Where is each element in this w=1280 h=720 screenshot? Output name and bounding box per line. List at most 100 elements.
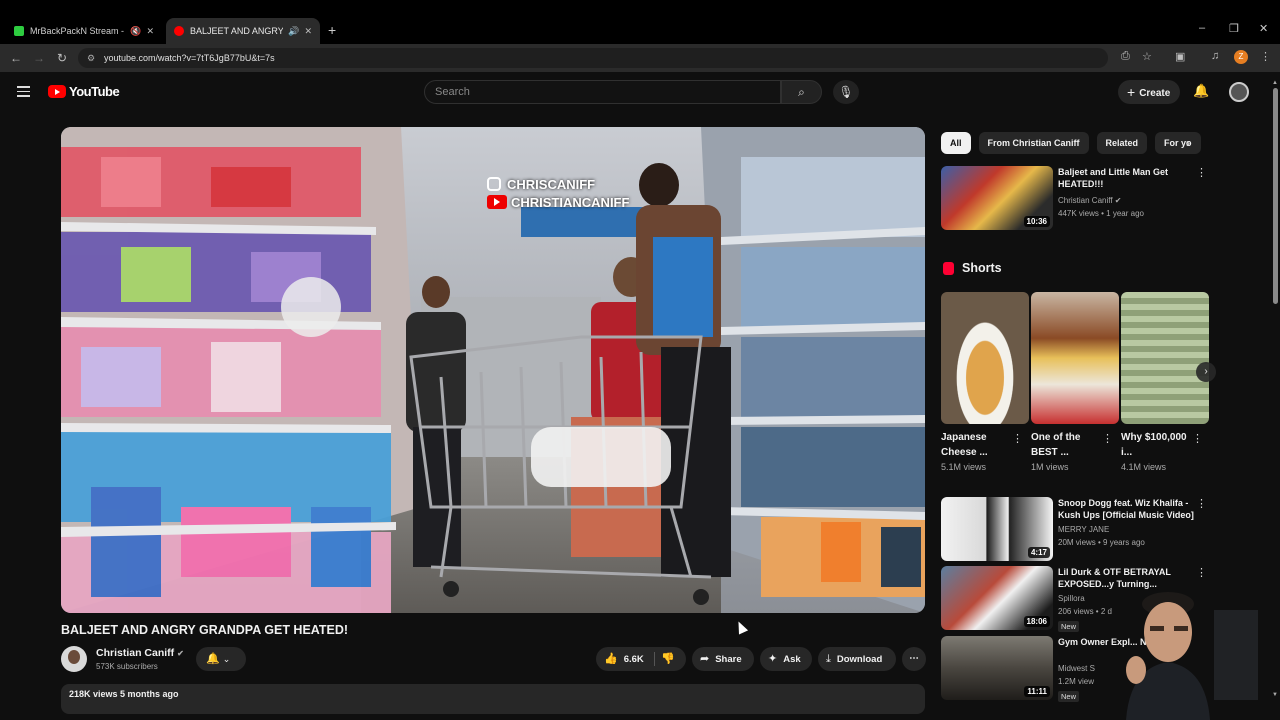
short-views: 5.1M views <box>941 462 987 472</box>
video-thumbnail[interactable]: 4:17 <box>941 497 1053 561</box>
install-icon[interactable]: ⎙ <box>1121 50 1130 63</box>
chevron-right-icon: › <box>1204 366 1208 377</box>
minimize-icon[interactable]: – <box>1199 22 1205 34</box>
divider <box>654 652 655 666</box>
chip-for-you[interactable]: For yo <box>1155 132 1201 154</box>
like-count: 6.6K <box>623 654 644 665</box>
scroll-up-icon[interactable]: ▲ <box>1272 80 1278 86</box>
description-box[interactable]: 218K views 5 months ago <box>61 684 925 714</box>
video-thumbnail[interactable]: 11:11 <box>941 636 1053 700</box>
browser-tab-1[interactable]: MrBackPackN Stream - Wa 🔇 ✕ <box>6 18 162 44</box>
list-item[interactable]: 10:36 Baljeet and Little Man Get HEATED!… <box>941 166 1209 230</box>
like-button[interactable]: 👍 6.6K <box>604 647 644 672</box>
voice-search-button[interactable]: 🎙 <box>833 80 859 104</box>
kebab-menu-icon[interactable]: ⋮ <box>1192 432 1203 445</box>
chip-all[interactable]: All <box>941 132 971 154</box>
audio-icon[interactable]: 🔊 <box>288 26 299 37</box>
short-item[interactable]: One of the BEST ... 1M views ⋮ <box>1031 292 1119 472</box>
download-button[interactable]: ⤓ Download <box>818 647 896 671</box>
logo-text: YouTube <box>69 84 120 99</box>
share-label: Share <box>715 654 742 665</box>
account-avatar[interactable] <box>1229 82 1249 102</box>
more-icon: ⋯ <box>909 653 919 664</box>
back-icon[interactable]: ← <box>10 51 22 65</box>
shorts-icon <box>943 261 954 275</box>
browser-tab-2[interactable]: BALJEET AND ANGRY GRA 🔊 ✕ <box>166 18 320 44</box>
media-icon[interactable]: ♫ <box>1211 50 1219 62</box>
bookmark-star-icon[interactable]: ☆ <box>1142 50 1152 63</box>
hamburger-menu-icon[interactable] <box>17 86 30 97</box>
channel-avatar[interactable] <box>61 646 87 672</box>
channel-name[interactable]: MERRY JANE <box>1058 525 1109 534</box>
new-tab-icon[interactable]: + <box>328 22 336 38</box>
site-info-icon[interactable]: ⚙ <box>87 48 95 68</box>
kebab-menu-icon[interactable]: ⋮ <box>1196 166 1207 179</box>
window-close-icon[interactable]: ✕ <box>1259 22 1268 35</box>
short-item[interactable]: Japanese Cheese ... 5.1M views ⋮ <box>941 292 1029 472</box>
short-title[interactable]: Why $100,000 i... <box>1121 430 1191 460</box>
short-title[interactable]: One of the BEST ... <box>1031 430 1101 460</box>
subscription-bell-button[interactable]: 🔔 ⌄ <box>196 647 246 671</box>
list-item[interactable]: 4:17 Snoop Dogg feat. Wiz Khalifa - Kush… <box>941 497 1209 561</box>
kebab-menu-icon[interactable]: ⋮ <box>1102 432 1113 445</box>
filter-chips: All From Christian Caniff Related For yo <box>941 132 1209 154</box>
scroll-down-icon[interactable]: ▼ <box>1272 692 1278 698</box>
url-field[interactable]: ⚙ youtube.com/watch?v=7tT6JgB77bU&t=7s <box>78 48 1108 68</box>
chip-related[interactable]: Related <box>1096 132 1148 154</box>
video-title[interactable]: Lil Durk & OTF BETRAYAL EXPOSED...y Turn… <box>1058 566 1198 590</box>
channel-name-text: Christian Caniff <box>96 647 175 659</box>
video-title[interactable]: Baljeet and Little Man Get HEATED!!! <box>1058 166 1198 190</box>
channel-name-text: Christian Caniff <box>1058 196 1113 205</box>
channel-name[interactable]: Christian Caniff ✔ <box>1058 196 1121 205</box>
more-actions-button[interactable]: ⋯ <box>902 647 926 671</box>
tab-title: BALJEET AND ANGRY GRA <box>190 26 284 36</box>
kebab-menu-icon[interactable]: ⋮ <box>1196 497 1207 510</box>
notifications-bell-icon[interactable]: 🔔 <box>1193 83 1209 99</box>
share-button[interactable]: ➦ Share <box>692 647 754 671</box>
video-meta: 447K views • 1 year ago <box>1058 209 1144 218</box>
duration-badge: 4:17 <box>1027 547 1050 558</box>
search-input[interactable]: Search <box>424 80 781 104</box>
tab-close-icon[interactable]: ✕ <box>146 26 154 37</box>
youtube-logo[interactable]: YouTube <box>48 84 120 99</box>
kebab-menu-icon[interactable]: ⋮ <box>1196 566 1207 579</box>
watermark-instagram: CHRISCANIFF <box>507 176 596 192</box>
shorts-next-button[interactable]: › <box>1196 362 1216 382</box>
browser-menu-icon[interactable]: ⋮ <box>1260 50 1271 63</box>
channel-name[interactable]: Christian Caniff ✔ <box>96 647 184 659</box>
video-player[interactable]: CHRISCANIFF CHRISTIANCANIFF <box>61 127 925 613</box>
browser-profile-avatar[interactable]: Z <box>1234 50 1248 64</box>
short-item[interactable]: Why $100,000 i... 4.1M views ⋮ <box>1121 292 1209 472</box>
youtube-favicon-icon <box>174 26 184 36</box>
forward-icon[interactable]: → <box>33 51 45 65</box>
duration-badge: 18:06 <box>1023 616 1050 627</box>
page-scrollbar[interactable]: ▲ ▼ <box>1271 80 1280 720</box>
download-label: Download <box>836 654 883 665</box>
short-title[interactable]: Japanese Cheese ... <box>941 430 1011 460</box>
reload-icon[interactable]: ↻ <box>57 51 67 65</box>
channel-name[interactable]: Spillora <box>1058 594 1085 603</box>
short-thumbnail[interactable] <box>1121 292 1209 424</box>
video-title[interactable]: Snoop Dogg feat. Wiz Khalifa - Kush Ups … <box>1058 497 1198 521</box>
dislike-button[interactable]: 👎 <box>661 647 675 671</box>
maximize-icon[interactable]: ❐ <box>1229 22 1239 35</box>
search-button[interactable]: ⌕ <box>781 80 822 104</box>
shorts-shelf-header: Shorts <box>943 261 1002 275</box>
verified-icon: ✔ <box>177 649 184 658</box>
video-thumbnail[interactable]: 10:36 <box>941 166 1053 230</box>
tab-close-icon[interactable]: ✕ <box>304 26 312 37</box>
kebab-menu-icon[interactable]: ⋮ <box>1012 432 1023 445</box>
ask-button[interactable]: ✦ Ask <box>760 647 812 671</box>
channel-name[interactable]: Midwest S <box>1058 664 1095 673</box>
scrollbar-thumb[interactable] <box>1273 88 1278 304</box>
browser-tab-strip: MrBackPackN Stream - Wa 🔇 ✕ BALJEET AND … <box>0 0 1280 44</box>
video-thumbnail[interactable]: 18:06 <box>941 566 1053 630</box>
muted-icon[interactable]: 🔇 <box>130 26 141 37</box>
short-thumbnail[interactable] <box>941 292 1029 424</box>
short-thumbnail[interactable] <box>1031 292 1119 424</box>
create-button[interactable]: + Create <box>1118 80 1180 104</box>
chip-from-channel[interactable]: From Christian Caniff <box>978 132 1089 154</box>
kick-favicon-icon <box>14 26 24 36</box>
chevron-right-icon[interactable]: › <box>1186 136 1190 150</box>
sidepanel-icon[interactable]: ▣ <box>1175 50 1185 63</box>
